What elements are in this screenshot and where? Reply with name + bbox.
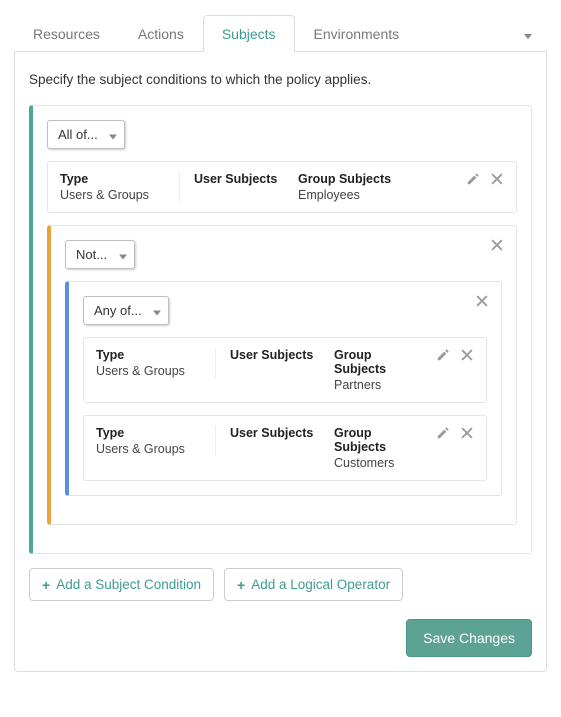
subjects-panel: Specify the subject conditions to which … (14, 52, 547, 672)
col-value-type: Users & Groups (96, 442, 201, 456)
panel-description: Specify the subject conditions to which … (29, 72, 532, 87)
col-header-groups: Group Subjects (334, 426, 422, 454)
save-row: Save Changes (29, 619, 532, 657)
save-changes-button[interactable]: Save Changes (406, 619, 532, 657)
edit-icon[interactable] (466, 172, 480, 186)
tab-more-dropdown[interactable] (509, 15, 547, 52)
col-value-groups: Partners (334, 378, 422, 392)
col-value-type: Users & Groups (60, 188, 165, 202)
condition-group-any: Any of... Type Users & Groups User Subje… (65, 281, 502, 496)
col-header-type: Type (96, 348, 201, 362)
operator-select-root[interactable]: All of... (47, 120, 125, 149)
col-header-type: Type (96, 426, 201, 440)
col-header-users: User Subjects (230, 348, 320, 362)
tab-environments[interactable]: Environments (295, 15, 419, 52)
plus-icon: + (237, 578, 245, 592)
col-header-groups: Group Subjects (334, 348, 422, 376)
col-value-groups: Employees (298, 188, 452, 202)
tabs: Resources Actions Subjects Environments (14, 14, 547, 52)
chevron-down-icon (524, 34, 532, 39)
delete-icon[interactable] (460, 348, 474, 362)
subject-row: Type Users & Groups User Subjects Group … (47, 161, 517, 213)
plus-icon: + (42, 578, 50, 592)
tab-subjects[interactable]: Subjects (203, 15, 295, 52)
col-header-groups: Group Subjects (298, 172, 452, 186)
subject-row: Type Users & Groups User Subjects Group … (83, 337, 487, 403)
delete-icon[interactable] (460, 426, 474, 440)
col-header-users: User Subjects (194, 172, 284, 186)
condition-group-not: Not... Any of... (47, 225, 517, 525)
operator-select-any[interactable]: Any of... (83, 296, 169, 325)
col-header-users: User Subjects (230, 426, 320, 440)
add-logical-operator-button[interactable]: + Add a Logical Operator (224, 568, 403, 601)
add-buttons-row: + Add a Subject Condition + Add a Logica… (29, 568, 532, 601)
tab-actions[interactable]: Actions (119, 15, 203, 52)
button-label: Add a Logical Operator (251, 577, 390, 592)
delete-group-icon[interactable] (475, 294, 489, 308)
button-label: Add a Subject Condition (56, 577, 201, 592)
subject-row: Type Users & Groups User Subjects Group … (83, 415, 487, 481)
delete-group-icon[interactable] (490, 238, 504, 252)
condition-group-root: All of... Type Users & Groups User Subje… (29, 105, 532, 554)
add-subject-condition-button[interactable]: + Add a Subject Condition (29, 568, 214, 601)
col-header-type: Type (60, 172, 165, 186)
col-value-groups: Customers (334, 456, 422, 470)
tab-resources[interactable]: Resources (14, 15, 119, 52)
operator-select-not[interactable]: Not... (65, 240, 135, 269)
delete-icon[interactable] (490, 172, 504, 186)
col-value-type: Users & Groups (96, 364, 201, 378)
edit-icon[interactable] (436, 426, 450, 440)
edit-icon[interactable] (436, 348, 450, 362)
